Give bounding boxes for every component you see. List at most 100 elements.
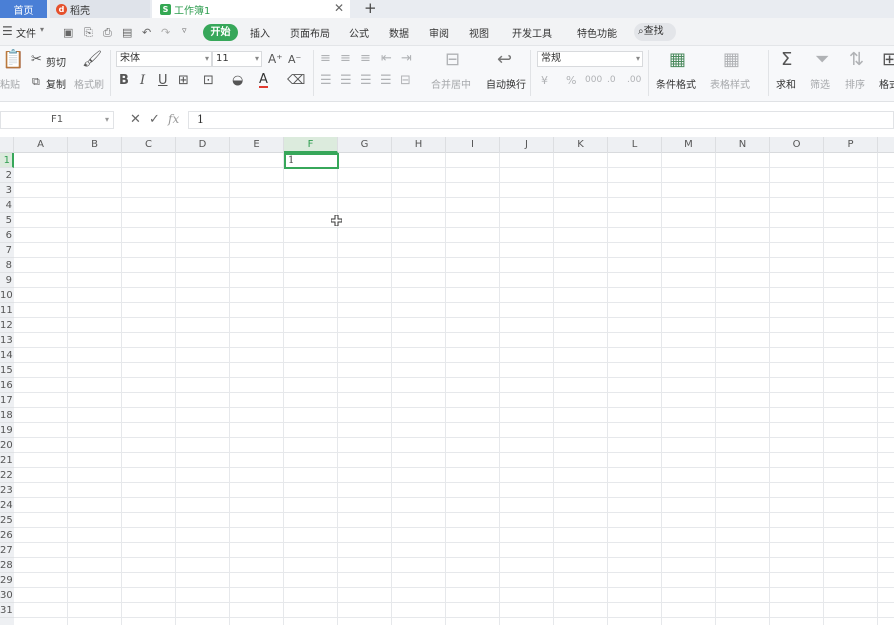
align-left-icon[interactable]: ☰ xyxy=(320,74,332,87)
format-painter-icon[interactable]: 🖌 xyxy=(82,51,102,67)
row-header-23[interactable]: 23 xyxy=(0,483,14,498)
sum-icon[interactable]: Σ xyxy=(781,51,792,69)
align-middle-icon[interactable]: ≡ xyxy=(340,52,351,65)
number-format-select[interactable]: 常规 ▾ xyxy=(537,51,643,67)
column-header-h[interactable]: H xyxy=(392,137,446,153)
increase-font-icon[interactable]: A⁺ xyxy=(268,53,283,66)
row-header-6[interactable]: 6 xyxy=(0,228,14,243)
menu-start[interactable]: 开始 xyxy=(203,24,238,41)
row-header-13[interactable]: 13 xyxy=(0,333,14,348)
row-header-26[interactable]: 26 xyxy=(0,528,14,543)
row-header-27[interactable]: 27 xyxy=(0,543,14,558)
search-button[interactable]: ⌕查找 xyxy=(634,23,676,41)
row-header-15[interactable]: 15 xyxy=(0,363,14,378)
sum-button[interactable]: 求和 xyxy=(776,76,796,91)
menu-formula[interactable]: 公式 xyxy=(349,25,369,40)
fill-color-icon[interactable]: ◒ xyxy=(232,74,243,87)
row-header-24[interactable]: 24 xyxy=(0,498,14,513)
percent-icon[interactable]: % xyxy=(566,74,576,87)
cell-grid[interactable] xyxy=(14,153,894,625)
table-style-icon[interactable]: ▦ xyxy=(723,51,740,69)
column-header-i[interactable]: I xyxy=(446,137,500,153)
row-header-20[interactable]: 20 xyxy=(0,438,14,453)
bold-icon[interactable]: B xyxy=(119,74,129,87)
row-header-12[interactable]: 12 xyxy=(0,318,14,333)
row-header-30[interactable]: 30 xyxy=(0,588,14,603)
redo-icon[interactable]: ↷ xyxy=(161,26,170,39)
clear-icon[interactable]: ⌫ xyxy=(287,74,305,87)
sort-button[interactable]: 排序 xyxy=(845,76,865,91)
align-bottom-icon[interactable]: ≡ xyxy=(360,52,371,65)
confirm-icon[interactable]: ✓ xyxy=(149,112,160,127)
column-header-d[interactable]: D xyxy=(176,137,230,153)
formula-input[interactable]: 1 xyxy=(188,111,894,129)
print-preview-icon[interactable]: ▤ xyxy=(122,26,132,39)
copy-icon[interactable]: ⧉ xyxy=(32,75,40,88)
tab-home[interactable]: 首页 xyxy=(0,0,47,18)
cancel-icon[interactable]: ✕ xyxy=(130,112,141,127)
menu-developer[interactable]: 开发工具 xyxy=(512,25,552,40)
menu-file[interactable]: 文件 xyxy=(16,25,36,40)
row-header-29[interactable]: 29 xyxy=(0,573,14,588)
customize-icon[interactable]: ▿ xyxy=(182,26,187,36)
menu-data[interactable]: 数据 xyxy=(389,25,409,40)
column-header-l[interactable]: L xyxy=(608,137,662,153)
wrap-text-icon[interactable]: ↩ xyxy=(497,51,512,69)
column-header-k[interactable]: K xyxy=(554,137,608,153)
row-header-10[interactable]: 10 xyxy=(0,288,14,303)
row-header-2[interactable]: 2 xyxy=(0,168,14,183)
close-icon[interactable]: ✕ xyxy=(334,1,344,15)
row-header-9[interactable]: 9 xyxy=(0,273,14,288)
menu-view[interactable]: 视图 xyxy=(469,25,489,40)
thousands-icon[interactable]: 000 xyxy=(585,74,602,87)
chevron-down-icon[interactable]: ▾ xyxy=(40,25,44,34)
indent-decrease-icon[interactable]: ⇤ xyxy=(381,52,392,65)
name-box[interactable]: F1 ▾ xyxy=(0,111,114,129)
add-tab-button[interactable]: + xyxy=(364,0,377,17)
menu-page-layout[interactable]: 页面布局 xyxy=(290,25,330,40)
filter-icon[interactable]: ⏷ xyxy=(815,51,829,69)
row-header-19[interactable]: 19 xyxy=(0,423,14,438)
column-header-f[interactable]: F xyxy=(284,137,338,153)
indent-increase-icon[interactable]: ⇥ xyxy=(401,52,412,65)
filter-button[interactable]: 筛选 xyxy=(810,76,830,91)
column-header-p[interactable]: P xyxy=(824,137,878,153)
copy-button[interactable]: 复制 xyxy=(46,76,66,91)
paste-button[interactable]: 粘贴 xyxy=(0,76,20,91)
decrease-decimal-icon[interactable]: .00 xyxy=(627,74,641,87)
row-header-3[interactable]: 3 xyxy=(0,183,14,198)
row-header-5[interactable]: 5 xyxy=(0,213,14,228)
row-header-8[interactable]: 8 xyxy=(0,258,14,273)
justify-icon[interactable]: ☰ xyxy=(380,74,392,87)
column-header-m[interactable]: M xyxy=(662,137,716,153)
export-icon[interactable]: ⎘ xyxy=(84,26,93,40)
print-icon[interactable]: ⎙ xyxy=(103,26,112,40)
column-header-c[interactable]: C xyxy=(122,137,176,153)
format-icon[interactable]: ⊞ xyxy=(882,51,894,69)
fx-icon[interactable]: fx xyxy=(168,112,179,126)
row-header-25[interactable]: 25 xyxy=(0,513,14,528)
conditional-format-icon[interactable]: ▦ xyxy=(669,51,686,69)
increase-decimal-icon[interactable]: .0 xyxy=(607,74,616,87)
select-all-corner[interactable] xyxy=(0,137,14,153)
row-header-16[interactable]: 16 xyxy=(0,378,14,393)
scissors-icon[interactable]: ✂ xyxy=(31,53,42,66)
align-right-icon[interactable]: ☰ xyxy=(360,74,372,87)
tab-daoke[interactable]: d 稻壳 xyxy=(50,0,150,18)
tab-workbook[interactable]: S 工作簿1 ✕ xyxy=(152,0,350,18)
column-header-g[interactable]: G xyxy=(338,137,392,153)
cut-button[interactable]: 剪切 xyxy=(46,54,66,69)
column-header-e[interactable]: E xyxy=(230,137,284,153)
table-style-button[interactable]: 表格样式 xyxy=(710,76,750,91)
row-header-4[interactable]: 4 xyxy=(0,198,14,213)
underline-icon[interactable]: U xyxy=(158,74,168,87)
row-header-11[interactable]: 11 xyxy=(0,303,14,318)
menu-review[interactable]: 审阅 xyxy=(429,25,449,40)
active-cell-f1[interactable]: 1 xyxy=(284,153,339,169)
font-name-select[interactable]: 宋体 ▾ xyxy=(116,51,212,67)
align-center-icon[interactable]: ☰ xyxy=(340,74,352,87)
menu-special[interactable]: 特色功能 xyxy=(577,25,617,40)
paste-icon[interactable]: 📋 xyxy=(2,51,24,69)
row-header-31[interactable]: 31 xyxy=(0,603,14,618)
column-header-b[interactable]: B xyxy=(68,137,122,153)
